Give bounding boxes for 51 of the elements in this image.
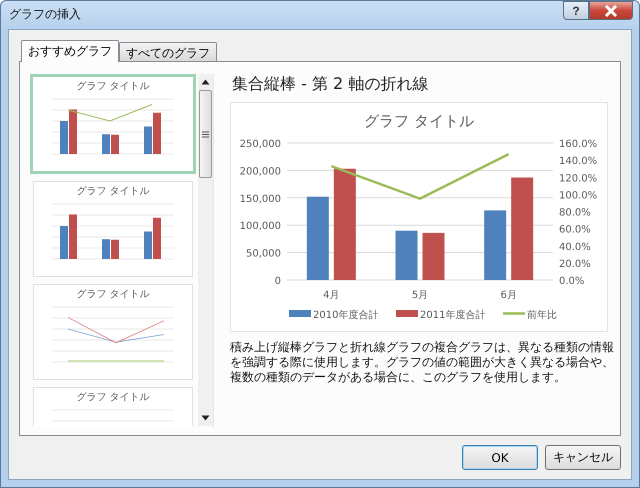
axis-label: 60.0% bbox=[559, 224, 591, 236]
chart-title: グラフ タイトル bbox=[364, 112, 474, 130]
axis-label: 100.0% bbox=[559, 190, 598, 202]
close-icon bbox=[604, 4, 618, 16]
bar bbox=[422, 232, 444, 280]
axis-label: 150,000 bbox=[240, 194, 281, 205]
legend-swatch bbox=[289, 310, 311, 317]
axis-label: 250,000 bbox=[240, 139, 281, 150]
axis-label: 200,000 bbox=[240, 166, 281, 178]
grip-icon bbox=[202, 130, 209, 138]
scroll-down-icon[interactable] bbox=[201, 415, 210, 421]
tab[interactable]: おすすめグラフ bbox=[21, 40, 119, 62]
chart-type-heading: 集合縦棒 - 第 2 軸の折れ線 bbox=[232, 74, 430, 95]
legend-label: 2010年度合計 bbox=[313, 310, 378, 321]
axis-label: 100,000 bbox=[240, 221, 281, 232]
axis-label: 140.0% bbox=[559, 156, 598, 168]
legend-label: 前年比 bbox=[527, 310, 557, 321]
legend-swatch bbox=[503, 312, 525, 315]
axis-label: 120.0% bbox=[559, 173, 598, 184]
thumbnail-title: グラフ タイトル bbox=[76, 288, 150, 301]
axis-label: 50,000 bbox=[246, 248, 281, 260]
close-button[interactable] bbox=[589, 1, 633, 20]
axis-label: 160.0% bbox=[559, 139, 598, 150]
axis-label: 0.0% bbox=[559, 276, 584, 287]
axis-label: 0 bbox=[274, 276, 281, 287]
bar bbox=[484, 210, 506, 280]
category-label: 4月 bbox=[323, 290, 340, 301]
thumbnail-title: グラフ タイトル bbox=[76, 80, 150, 93]
category-label: 6月 bbox=[500, 290, 517, 301]
thumbnail-title: グラフ タイトル bbox=[76, 185, 150, 198]
help-button[interactable]: ? bbox=[563, 1, 589, 20]
dialog-button[interactable]: キャンセル bbox=[545, 445, 621, 470]
scroll-up-icon[interactable] bbox=[201, 79, 210, 85]
tab[interactable]: すべてのグラフ bbox=[119, 42, 217, 61]
chart-thumbnail[interactable]: グラフ タイトル bbox=[30, 74, 196, 174]
scrollbar[interactable] bbox=[198, 74, 213, 426]
legend-swatch bbox=[396, 310, 418, 317]
dialog-button[interactable]: OK bbox=[462, 445, 538, 470]
window-title: グラフの挿入 bbox=[9, 6, 81, 23]
thumbnail-title: グラフ タイトル bbox=[76, 391, 150, 404]
category-label: 5月 bbox=[412, 290, 428, 301]
chart-thumbnail[interactable]: グラフ タイトル bbox=[33, 284, 193, 380]
bar bbox=[396, 230, 418, 280]
axis-label: 40.0% bbox=[559, 242, 591, 253]
axis-label: 20.0% bbox=[559, 258, 591, 270]
axis-label: 80.0% bbox=[559, 208, 591, 218]
chart-description: 積み上げ縦棒グラフと折れ線グラフの複合グラフは、異なる種類の情報を強調する際に使用します。グラフの値の範囲が大きく異なる場合や、複数の種類のデータがある場合に、このグラフを使用します。 bbox=[230, 340, 614, 385]
legend-label: 2011年度合計 bbox=[420, 310, 486, 321]
scroll-thumb[interactable] bbox=[199, 90, 212, 178]
chart-thumbnail[interactable]: グラフ タイトル bbox=[33, 181, 193, 277]
chart-thumbnail[interactable]: グラフ タイトル bbox=[33, 387, 193, 426]
